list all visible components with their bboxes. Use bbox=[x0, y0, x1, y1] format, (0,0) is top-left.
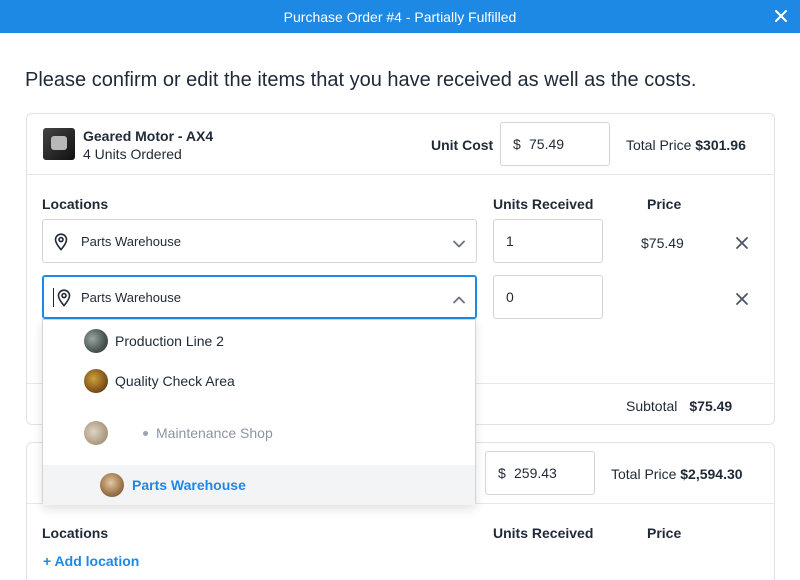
location-select-row2[interactable]: Parts Warehouse bbox=[42, 275, 477, 319]
row-price: $75.49 bbox=[641, 235, 684, 251]
add-location-link[interactable]: + Add location bbox=[43, 553, 139, 569]
dropdown-option-production-line-2[interactable]: Production Line 2 bbox=[43, 320, 475, 362]
units-received-input-row1[interactable]: 1 bbox=[493, 219, 603, 263]
location-pin-icon bbox=[54, 233, 68, 256]
product-thumbnail bbox=[43, 128, 75, 160]
location-avatar bbox=[100, 473, 124, 497]
dropdown-option-maintenance-shop: Maintenance Shop bbox=[43, 402, 475, 464]
subtotal: Subtotal $75.49 bbox=[626, 398, 732, 414]
option-label: Production Line 2 bbox=[115, 333, 224, 349]
modal-header: Purchase Order #4 - Partially Fulfilled bbox=[0, 0, 800, 33]
close-icon[interactable] bbox=[772, 7, 790, 25]
text-cursor bbox=[53, 288, 54, 307]
unit-cost-value: 259.43 bbox=[514, 465, 557, 481]
units-received-header: Units Received bbox=[493, 196, 594, 212]
total-price-label: Total Price bbox=[626, 137, 692, 153]
locations-header: Locations bbox=[42, 196, 109, 212]
units-received-input-row2[interactable]: 0 bbox=[493, 275, 603, 319]
unit-cost-input[interactable]: $ 259.43 bbox=[485, 451, 595, 495]
currency-symbol: $ bbox=[498, 465, 506, 481]
location-dropdown-menu: Production Line 2 Quality Check Area Mai… bbox=[42, 319, 476, 505]
units-received-value: 0 bbox=[506, 289, 514, 305]
total-price-label: Total Price bbox=[611, 466, 677, 482]
remove-row-icon[interactable] bbox=[735, 236, 749, 250]
location-select-value: Parts Warehouse bbox=[81, 290, 181, 305]
location-select-value: Parts Warehouse bbox=[81, 234, 181, 249]
modal-title: Purchase Order #4 - Partially Fulfilled bbox=[283, 8, 517, 25]
units-received-value: 1 bbox=[506, 233, 514, 249]
unit-cost-value: 75.49 bbox=[529, 136, 565, 152]
dropdown-option-quality-check-area[interactable]: Quality Check Area bbox=[43, 362, 475, 402]
item-name: Geared Motor - AX4 bbox=[83, 128, 214, 144]
location-select-row1[interactable]: Parts Warehouse bbox=[42, 219, 477, 263]
currency-symbol: $ bbox=[513, 136, 521, 152]
remove-row-icon[interactable] bbox=[735, 292, 749, 306]
location-pin-icon bbox=[57, 289, 71, 312]
location-avatar bbox=[84, 421, 108, 445]
units-received-header: Units Received bbox=[493, 525, 594, 541]
option-label: Quality Check Area bbox=[115, 373, 235, 389]
dropdown-option-parts-warehouse[interactable]: Parts Warehouse bbox=[43, 465, 475, 505]
chevron-down-icon bbox=[452, 236, 466, 254]
total-price: Total Price $301.96 bbox=[626, 137, 746, 153]
locations-header: Locations bbox=[42, 525, 109, 541]
instructions-text: Please confirm or edit the items that yo… bbox=[25, 69, 697, 91]
chevron-up-icon bbox=[452, 292, 466, 310]
bullet-icon bbox=[143, 431, 148, 436]
total-price-value: $301.96 bbox=[695, 137, 746, 153]
unit-cost-input[interactable]: $ 75.49 bbox=[500, 122, 610, 166]
units-ordered: 4 Units Ordered bbox=[83, 146, 182, 162]
option-label: Maintenance Shop bbox=[156, 425, 273, 441]
location-avatar bbox=[84, 369, 108, 393]
option-label: Parts Warehouse bbox=[132, 477, 246, 493]
subtotal-value: $75.49 bbox=[689, 398, 733, 414]
price-header: Price bbox=[647, 196, 682, 212]
location-avatar bbox=[84, 329, 108, 353]
unit-cost-label: Unit Cost bbox=[431, 137, 494, 153]
item-summary-row: Geared Motor - AX4 4 Units Ordered Unit … bbox=[27, 114, 774, 175]
subtotal-label: Subtotal bbox=[626, 398, 678, 414]
price-header: Price bbox=[647, 525, 682, 541]
total-price-value: $2,594.30 bbox=[680, 466, 743, 482]
total-price: Total Price $2,594.30 bbox=[611, 466, 743, 482]
